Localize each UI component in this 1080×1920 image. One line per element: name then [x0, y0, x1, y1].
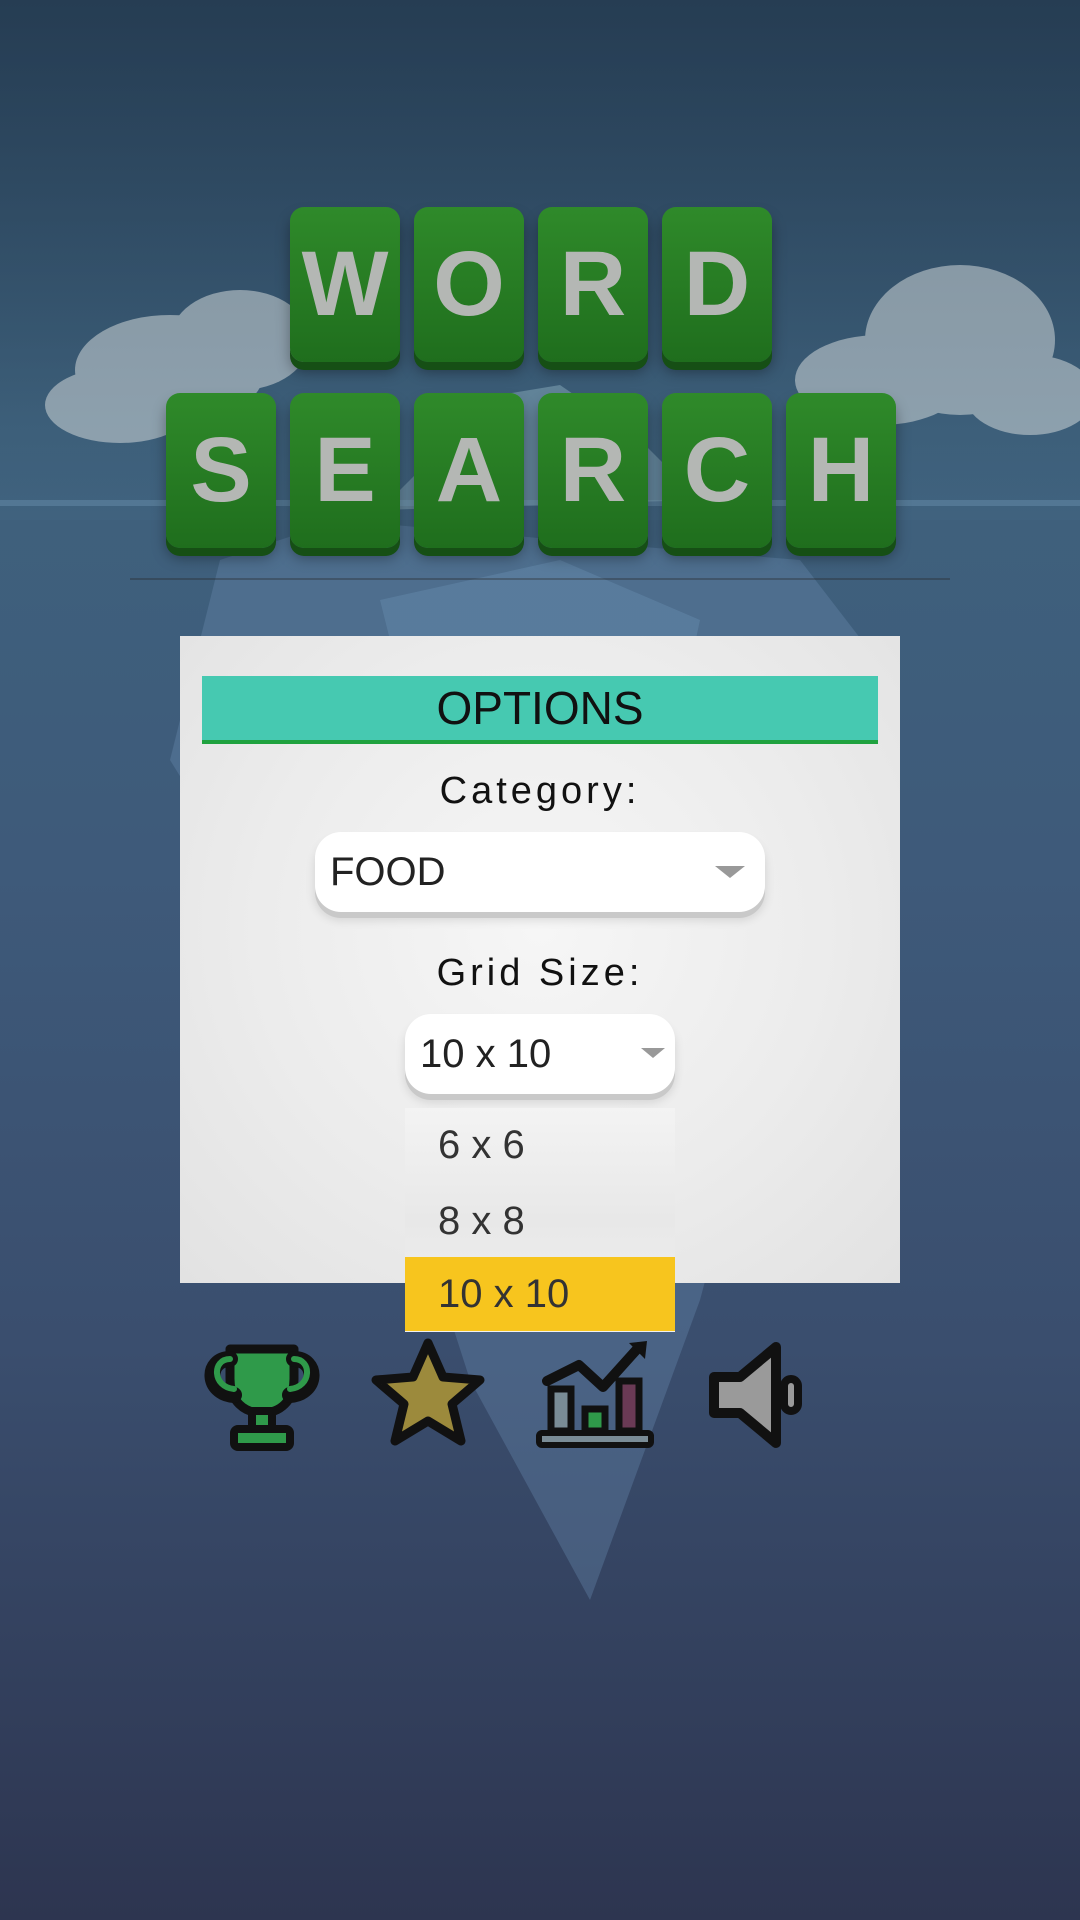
title-tile: S [166, 393, 276, 548]
chevron-down-icon [641, 1048, 665, 1058]
grid-size-option-selected[interactable]: 10 x 10 [405, 1257, 675, 1331]
sound-toggle-button[interactable] [697, 1335, 827, 1455]
star-icon [371, 1338, 485, 1446]
trophy-button[interactable] [197, 1335, 327, 1455]
favorites-button[interactable] [363, 1335, 493, 1455]
grid-size-dropdown[interactable]: 10 x 10 [405, 1014, 675, 1094]
title-tile: H [786, 393, 896, 548]
title-tile: D [662, 207, 772, 362]
category-dropdown-value: FOOD [330, 849, 446, 894]
grid-size-option[interactable]: 6 x 6 [405, 1108, 675, 1182]
options-header: OPTIONS [202, 676, 878, 744]
title-tile: R [538, 393, 648, 548]
category-label: Category: [439, 770, 641, 812]
title-search-row: S E A R C H [166, 393, 896, 548]
title-divider [130, 578, 950, 580]
stats-chart-icon [536, 1341, 654, 1448]
title-word-row: W O R D [290, 207, 772, 362]
chevron-down-icon [715, 866, 745, 878]
trophy-icon [204, 1344, 320, 1451]
statistics-button[interactable] [530, 1335, 660, 1455]
title-tile: A [414, 393, 524, 548]
title-tile: O [414, 207, 524, 362]
category-dropdown[interactable]: FOOD [315, 832, 765, 912]
grid-size-option[interactable]: 8 x 8 [405, 1184, 675, 1258]
grid-size-dropdown-value: 10 x 10 [420, 1031, 552, 1076]
title-tile: E [290, 393, 400, 548]
title-tile: C [662, 393, 772, 548]
grid-size-label: Grid Size: [436, 952, 644, 994]
title-tile: R [538, 207, 648, 362]
grid-size-options-list: 6 x 6 8 x 8 10 x 10 [405, 1108, 675, 1332]
speaker-icon [709, 1342, 802, 1448]
title-tile: W [290, 207, 400, 362]
